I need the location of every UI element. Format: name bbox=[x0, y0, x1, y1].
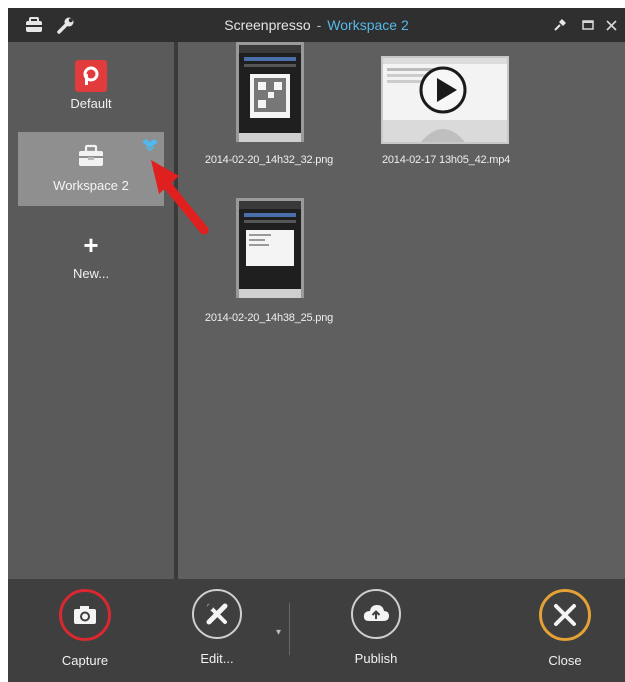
sidebar-item-new[interactable]: + New... bbox=[18, 232, 164, 292]
publish-button[interactable]: Publish bbox=[331, 589, 421, 666]
edit-button[interactable]: Edit... bbox=[172, 589, 262, 666]
file-name: 2014-02-20_14h32_32.png bbox=[204, 154, 334, 166]
pin-icon[interactable] bbox=[551, 16, 569, 34]
title-bar: Screenpresso - Workspace 2 bbox=[8, 8, 625, 42]
close-button[interactable]: Close bbox=[520, 589, 610, 668]
sidebar-item-label: Workspace 2 bbox=[53, 178, 129, 193]
sidebar-item-label: New... bbox=[72, 266, 110, 281]
title-separator: - bbox=[316, 17, 322, 33]
file-name: 2014-02-17 13h05_42.mp4 bbox=[381, 154, 511, 166]
dropbox-icon bbox=[142, 137, 158, 153]
publish-label: Publish bbox=[354, 651, 398, 666]
file-thumbnail[interactable]: 2014-02-20_14h38_25.png bbox=[184, 194, 354, 334]
bottom-toolbar: Capture Edit... ▾ Publish Close bbox=[8, 579, 625, 682]
chevron-down-icon[interactable]: ▾ bbox=[276, 627, 281, 638]
toolbar-divider bbox=[289, 603, 290, 655]
cloud-upload-icon bbox=[351, 589, 401, 639]
file-name: 2014-02-20_14h38_25.png bbox=[204, 312, 334, 324]
folder-box-icon bbox=[76, 144, 106, 168]
screenpresso-logo-icon bbox=[75, 60, 107, 92]
plus-icon: + bbox=[83, 230, 99, 260]
image-thumbnail bbox=[236, 42, 304, 142]
image-thumbnail bbox=[236, 198, 304, 298]
capture-label: Capture bbox=[61, 653, 109, 668]
close-label: Close bbox=[548, 653, 582, 668]
video-thumbnail bbox=[381, 56, 509, 144]
sidebar-item-workspace-2[interactable]: Workspace 2 bbox=[18, 132, 164, 206]
sidebar-item-default[interactable]: Default bbox=[18, 50, 164, 130]
file-thumbnail[interactable]: 2014-02-20_14h32_32.png bbox=[184, 42, 354, 182]
file-thumbnail[interactable]: 2014-02-17 13h05_42.mp4 bbox=[366, 42, 526, 182]
edit-tools-icon bbox=[192, 589, 242, 639]
workspace-sidebar: Default Workspace 2 + New... bbox=[8, 42, 174, 579]
workspace-title: Workspace 2 bbox=[327, 17, 409, 33]
app-name: Screenpresso bbox=[224, 17, 311, 33]
window-title: Screenpresso - Workspace 2 bbox=[8, 8, 625, 42]
screenpresso-window: Screenpresso - Workspace 2 Default Works… bbox=[8, 8, 625, 682]
sidebar-item-label: Default bbox=[70, 96, 112, 111]
maximize-icon[interactable] bbox=[579, 16, 597, 34]
file-gallery: 2014-02-20_14h32_32.png 2014-02-17 13h05… bbox=[178, 42, 625, 579]
close-icon[interactable] bbox=[602, 16, 620, 34]
close-x-icon bbox=[539, 589, 591, 641]
camera-icon bbox=[59, 589, 111, 641]
capture-button[interactable]: Capture bbox=[40, 589, 130, 668]
edit-label: Edit... bbox=[200, 651, 234, 666]
